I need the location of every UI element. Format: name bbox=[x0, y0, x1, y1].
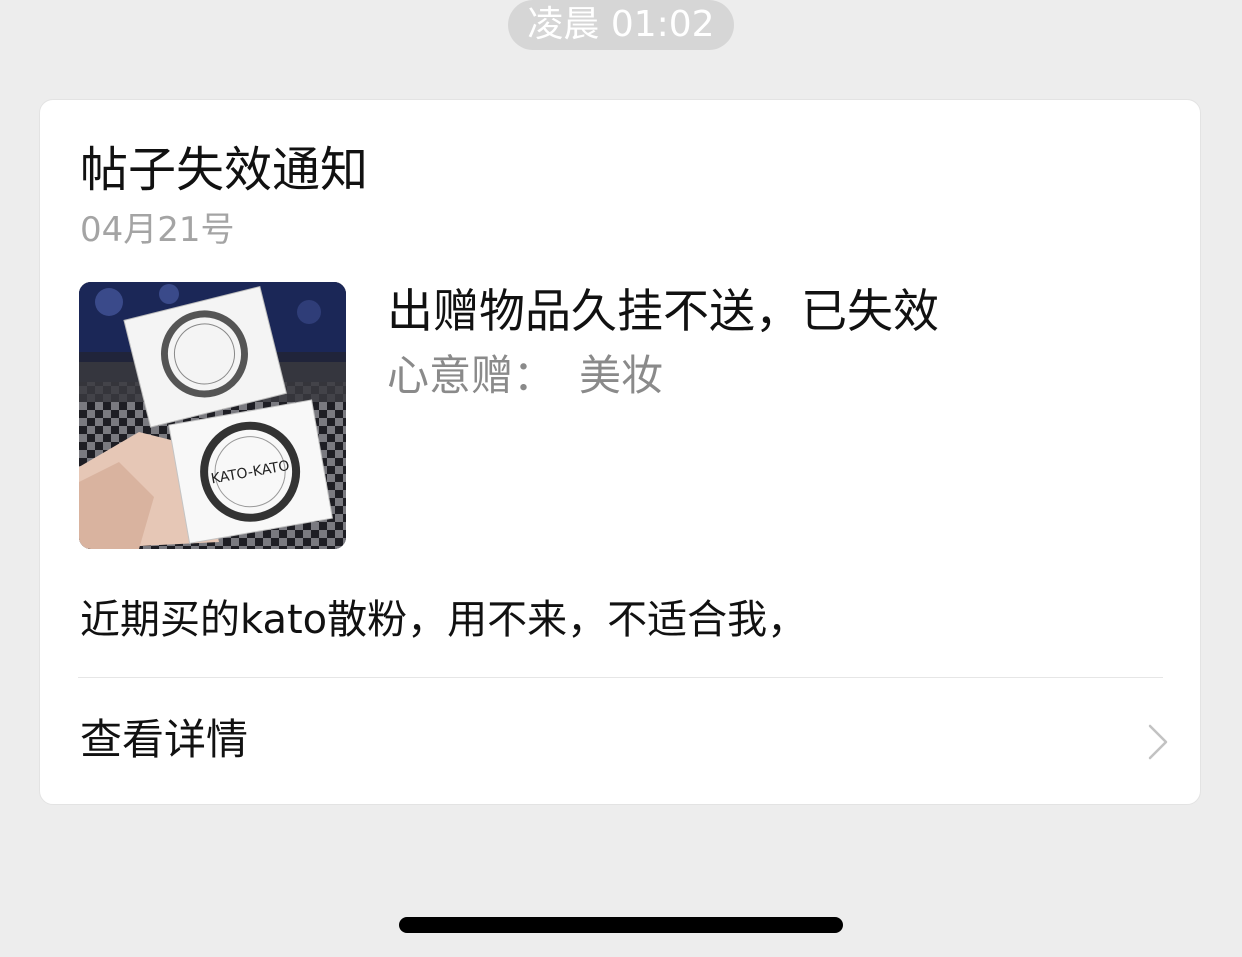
item-thumbnail[interactable]: KATO-KATO bbox=[79, 282, 346, 549]
item-description: 近期买的kato散粉，用不来，不适合我， bbox=[80, 597, 808, 643]
card-date: 04月21号 bbox=[80, 210, 235, 250]
category-value: 美妆 bbox=[579, 351, 664, 400]
item-title: 出赠物品久挂不送，已失效 bbox=[387, 284, 939, 338]
view-details-label: 查看详情 bbox=[80, 715, 249, 764]
notification-card[interactable]: 帖子失效通知 04月21号 KATO-KATO 出赠物品久挂不送，已失效 心意赠… bbox=[39, 99, 1201, 805]
timestamp-pill: 凌晨 01:02 bbox=[508, 0, 734, 50]
product-photo: KATO-KATO bbox=[79, 282, 346, 549]
item-category: 心意赠： 美妆 bbox=[387, 348, 663, 404]
card-title: 帖子失效通知 bbox=[80, 142, 369, 198]
chevron-right-icon bbox=[1148, 724, 1168, 760]
home-indicator[interactable] bbox=[399, 917, 843, 933]
view-details-row[interactable]: 查看详情 bbox=[40, 678, 1200, 805]
category-label: 心意赠： bbox=[387, 351, 556, 400]
